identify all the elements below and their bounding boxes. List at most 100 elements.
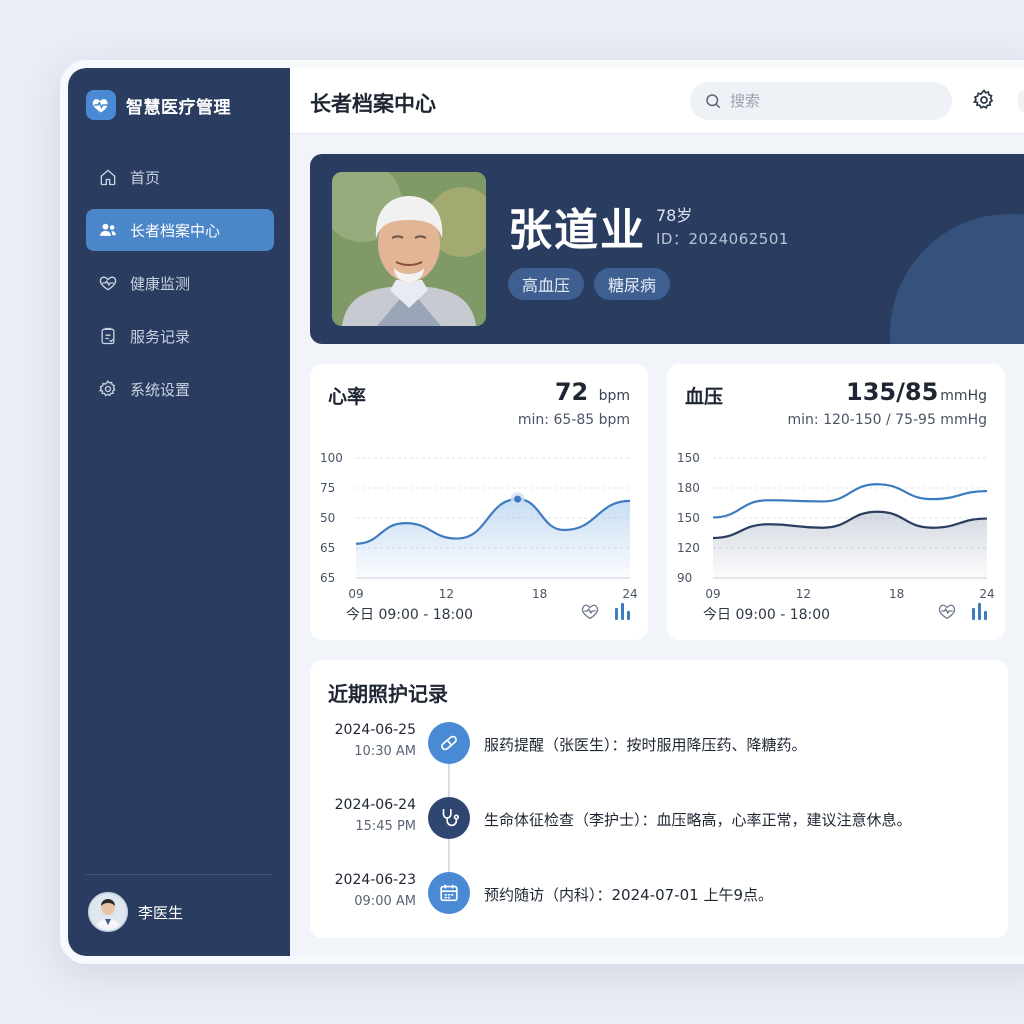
metric-title: 血压	[685, 386, 724, 408]
timeline-item[interactable]: 2024-06-23 09:00 AM 预约随访（内科）：2024-07-01 …	[310, 872, 1008, 922]
elder-photo	[332, 172, 486, 326]
clipboard-icon	[101, 327, 115, 345]
blood-pressure-card: 血压 135/85 mmHg min: 120-150 / 75-95 mmHg …	[667, 364, 1005, 640]
calendar-icon	[428, 872, 470, 914]
metric-value: 135/85 mmHg	[846, 378, 987, 406]
metric-time-range: 今日 09:00 - 18:00	[346, 607, 474, 623]
record-time: 09:00 AM	[354, 894, 416, 909]
record-date: 2024-06-23	[334, 872, 416, 888]
x-tick-label: 18	[532, 587, 547, 598]
current-user[interactable]: 李医生	[88, 892, 183, 932]
sidebar-item-label: 长者档案中心	[130, 221, 221, 240]
pill-icon	[428, 722, 470, 764]
x-tick-label: 09	[705, 587, 720, 598]
x-tick-label: 09	[348, 587, 363, 598]
settings-button[interactable]	[972, 88, 996, 116]
sidebar: 智慧医疗管理 首页 长者档案中心 健康监测 服务记录 系统设置 李医生	[68, 68, 290, 956]
record-text: 生命体征检查（李护士）：血压略高，心率正常，建议注意休息。	[484, 811, 912, 829]
brand: 智慧医疗管理	[86, 90, 231, 120]
bar-chart-icon[interactable]	[614, 602, 630, 620]
gear-icon	[972, 89, 994, 109]
metric-value: 72 bpm	[555, 378, 630, 406]
heart-pulse-icon[interactable]	[580, 602, 600, 620]
app-window: 智慧医疗管理 首页 长者档案中心 健康监测 服务记录 系统设置 李医生 长者档案…	[60, 60, 1024, 964]
blood-pressure-value: 135/85	[846, 378, 939, 406]
care-records-card: 近期照护记录 2024-06-25 10:30 AM 服药提醒（张医生）：按时服…	[310, 660, 1008, 938]
x-tick-label: 12	[439, 587, 454, 598]
search-box[interactable]	[690, 82, 952, 120]
heart-pulse-icon[interactable]	[937, 602, 957, 620]
stethoscope-icon	[428, 797, 470, 839]
user-name: 李医生	[138, 903, 184, 922]
sidebar-item-elder-records[interactable]: 长者档案中心	[86, 209, 274, 251]
elder-id: ID：2024062501	[656, 230, 789, 248]
sidebar-item-label: 健康监测	[130, 274, 191, 293]
y-tick-label: 75	[320, 481, 335, 495]
metric-actions	[937, 602, 987, 620]
y-tick-label: 180	[677, 481, 700, 495]
y-tick-label: 65	[320, 571, 335, 585]
users-icon	[100, 223, 116, 236]
y-tick-label: 50	[320, 511, 335, 525]
x-tick-label: 12	[796, 587, 811, 598]
sidebar-item-home[interactable]: 首页	[86, 156, 274, 198]
y-tick-label: 90	[677, 571, 692, 585]
gear-icon	[98, 379, 116, 397]
metric-time-range: 今日 09:00 - 18:00	[703, 607, 831, 623]
timeline-item[interactable]: 2024-06-24 15:45 PM 生命体征检查（李护士）：血压略高，心率正…	[310, 797, 1008, 847]
record-time: 10:30 AM	[354, 744, 416, 759]
y-tick-label: 150	[677, 451, 700, 465]
timeline-item[interactable]: 2024-06-25 10:30 AM 服药提醒（张医生）：按时服用降压药、降糖…	[310, 722, 1008, 772]
app-title: 智慧医疗管理	[126, 97, 231, 118]
page-title: 长者档案中心	[310, 92, 436, 116]
record-date: 2024-06-25	[334, 722, 416, 738]
y-tick-label: 65	[320, 541, 335, 555]
metric-title: 心率	[328, 386, 367, 408]
header-extra-button[interactable]	[1018, 90, 1024, 112]
condition-tags: 高血压 糖尿病	[508, 268, 671, 300]
bar-chart-icon[interactable]	[971, 602, 987, 620]
heart-rate-chart: 100 75 50 65 65 09 12 18 24	[320, 451, 638, 598]
decorative-glow	[890, 214, 1024, 344]
top-header: 长者档案中心	[290, 68, 1024, 134]
blood-pressure-chart: 150 180 150 120 90 09 12 18 24	[677, 451, 995, 598]
series-line	[712, 483, 988, 519]
y-tick-label: 150	[677, 511, 700, 525]
sidebar-item-settings[interactable]: 系统设置	[86, 368, 274, 410]
heart-pulse-icon	[99, 276, 117, 291]
condition-tag[interactable]: 高血压	[508, 268, 585, 300]
condition-tag[interactable]: 糖尿病	[594, 268, 671, 300]
x-tick-label: 24	[622, 587, 637, 598]
record-text: 服药提醒（张医生）：按时服用降压药、降糖药。	[484, 736, 807, 754]
metric-unit: bpm	[598, 388, 630, 404]
sidebar-item-health-monitor[interactable]: 健康监测	[86, 262, 274, 304]
elder-age: 78岁	[656, 206, 693, 225]
heart-rate-card: 心率 72 bpm min: 65-85 bpm 100 75 50 65 65 09 12…	[310, 364, 648, 640]
series-area	[713, 511, 987, 578]
record-text: 预约随访（内科）：2024-07-01 上午9点。	[484, 886, 773, 904]
y-tick-label: 120	[677, 541, 700, 555]
sidebar-item-label: 服务记录	[130, 327, 191, 346]
highlight-point[interactable]	[514, 495, 522, 503]
search-input[interactable]	[730, 92, 930, 110]
y-tick-label: 100	[320, 451, 343, 465]
x-tick-label: 24	[979, 587, 994, 598]
metric-range: min: 65-85 bpm	[517, 412, 630, 428]
avatar	[88, 892, 128, 932]
sidebar-nav: 首页 长者档案中心 健康监测 服务记录 系统设置	[86, 156, 274, 421]
section-title: 近期照护记录	[328, 682, 448, 706]
search-icon	[706, 94, 721, 109]
x-tick-label: 18	[889, 587, 904, 598]
metric-actions	[580, 602, 630, 620]
home-icon	[100, 169, 116, 186]
record-date: 2024-06-24	[334, 797, 416, 813]
sidebar-item-label: 系统设置	[130, 380, 191, 399]
record-time: 15:45 PM	[355, 819, 416, 834]
heart-logo-icon	[86, 90, 116, 120]
metric-range: min: 120-150 / 75-95 mmHg	[787, 412, 988, 428]
sidebar-divider	[86, 874, 272, 875]
elder-name: 张道业	[508, 205, 646, 256]
heart-rate-value: 72	[554, 378, 589, 406]
sidebar-item-service-records[interactable]: 服务记录	[86, 315, 274, 357]
elder-profile-card: 张道业 78岁 ID：2024062501 高血压 糖尿病	[310, 154, 1024, 344]
